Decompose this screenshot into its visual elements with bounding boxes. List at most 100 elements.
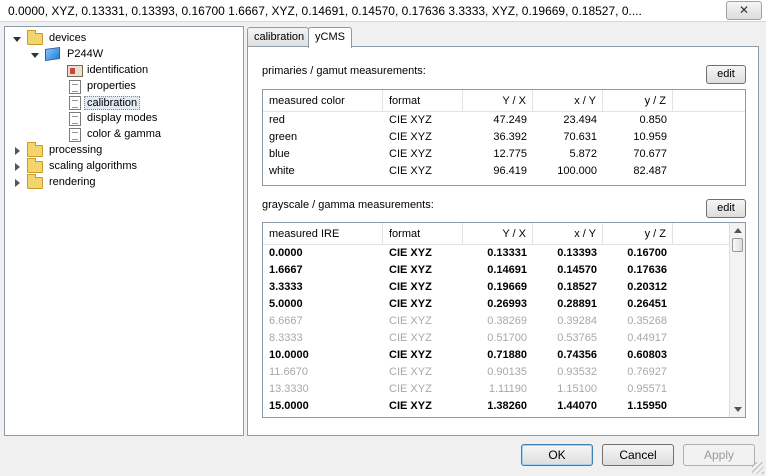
close-button[interactable]: ✕ — [726, 1, 762, 20]
table-cell: 1.6667 — [269, 264, 303, 276]
table-cell: 70.677 — [633, 148, 667, 160]
table-row[interactable]: blue CIE XYZ 12.775 5.872 70.677 — [263, 146, 745, 163]
primaries-table[interactable]: measured color format Y / X x / Y y / Z … — [262, 89, 746, 186]
table-cell: 1.15100 — [557, 383, 597, 395]
resize-grip-icon[interactable] — [752, 462, 764, 474]
table-cell: 5.872 — [569, 148, 597, 160]
table-cell: 0.26451 — [627, 298, 667, 310]
table-row[interactable]: 5.0000 CIE XYZ 0.26993 0.28891 0.26451 — [263, 296, 745, 313]
table-cell: 0.0000 — [269, 247, 303, 259]
table-cell: 0.17636 — [627, 264, 667, 276]
table-row[interactable]: 0.0000 CIE XYZ 0.13331 0.13393 0.16700 — [263, 245, 745, 262]
table-cell: 0.76927 — [627, 366, 667, 378]
table-cell: 0.39284 — [557, 315, 597, 327]
table-row[interactable]: 11.6670 CIE XYZ 0.90135 0.93532 0.76927 — [263, 364, 745, 381]
folder-icon — [27, 142, 43, 157]
expand-arrow-icon[interactable] — [15, 163, 20, 171]
cancel-button[interactable]: Cancel — [602, 444, 674, 466]
grayscale-edit-button[interactable]: edit — [706, 199, 746, 218]
table-cell: 0.850 — [639, 114, 667, 126]
table-cell: 1.11190 — [488, 383, 527, 395]
table-cell: CIE XYZ — [389, 281, 432, 293]
monitor-icon — [45, 46, 60, 62]
table-cell: 0.28891 — [557, 298, 597, 310]
table-cell: 0.14691 — [487, 264, 527, 276]
table-cell: 47.249 — [493, 114, 527, 126]
table-row[interactable]: white CIE XYZ 96.419 100.000 82.487 — [263, 163, 745, 180]
apply-button[interactable]: Apply — [683, 444, 755, 466]
table-cell: 0.90135 — [487, 366, 527, 378]
table-row[interactable]: red CIE XYZ 47.249 23.494 0.850 — [263, 112, 745, 129]
table-row[interactable]: 15.0000 CIE XYZ 1.38260 1.44070 1.15950 — [263, 398, 745, 415]
table-cell: 0.60803 — [627, 349, 667, 361]
table-cell: CIE XYZ — [389, 247, 432, 259]
expand-arrow-icon[interactable] — [15, 147, 20, 155]
table-row[interactable]: 1.6667 CIE XYZ 0.14691 0.14570 0.17636 — [263, 262, 745, 279]
folder-icon — [27, 174, 43, 189]
tab-ycms[interactable]: yCMS — [308, 27, 352, 48]
table-cell: 1.44070 — [557, 400, 597, 412]
table-cell: 13.3330 — [269, 383, 309, 395]
table-cell: green — [269, 131, 298, 143]
close-icon: ✕ — [738, 3, 750, 17]
grayscale-table[interactable]: measured IRE format Y / X x / Y y / Z 0.… — [262, 222, 746, 418]
table-cell: CIE XYZ — [389, 148, 432, 160]
table-cell: 0.20312 — [627, 281, 667, 293]
primaries-rows: red CIE XYZ 47.249 23.494 0.850 green CIE XYZ 3… — [263, 112, 745, 180]
expand-arrow-icon[interactable] — [15, 179, 20, 187]
table-cell: 0.93532 — [557, 366, 597, 378]
ok-button[interactable]: OK — [521, 444, 593, 466]
table-cell: 0.16700 — [627, 247, 667, 259]
scroll-up-arrow-icon[interactable] — [734, 228, 742, 233]
table-cell: white — [269, 165, 295, 177]
table-row[interactable]: 3.3333 CIE XYZ 0.19669 0.18527 0.20312 — [263, 279, 745, 296]
grayscale-title: grayscale / gamma measurements: — [262, 199, 434, 211]
table-cell: CIE XYZ — [389, 349, 432, 361]
table-cell: 1.38260 — [487, 400, 527, 412]
table-cell: 6.6667 — [269, 315, 303, 327]
table-row[interactable]: green CIE XYZ 36.392 70.631 10.959 — [263, 129, 745, 146]
table-cell: 0.44917 — [627, 332, 667, 344]
table-row[interactable]: 6.6667 CIE XYZ 0.38269 0.39284 0.35268 — [263, 313, 745, 330]
table-cell: 0.74356 — [557, 349, 597, 361]
table-cell: 11.6670 — [269, 366, 308, 378]
table-cell: 5.0000 — [269, 298, 303, 310]
table-cell: 3.3333 — [269, 281, 303, 293]
table-cell: 0.14570 — [557, 264, 597, 276]
tab-calibration[interactable]: calibration — [247, 27, 309, 47]
window-title: 0.0000, XYZ, 0.13331, 0.13393, 0.16700 1… — [8, 4, 642, 18]
table-cell: CIE XYZ — [389, 315, 432, 327]
settings-tree[interactable]: devices P244W identification properties … — [4, 26, 244, 436]
table-cell: CIE XYZ — [389, 366, 432, 378]
primaries-edit-button[interactable]: edit — [706, 65, 746, 84]
id-card-icon — [67, 65, 83, 77]
table-cell: CIE XYZ — [389, 332, 432, 344]
table-row[interactable]: 13.3330 CIE XYZ 1.11190 1.15100 0.95571 — [263, 381, 745, 398]
document-icon — [69, 128, 81, 142]
document-icon — [69, 96, 81, 110]
table-cell: 0.26993 — [487, 298, 527, 310]
table-cell: 10.0000 — [269, 349, 309, 361]
table-cell: 0.13331 — [487, 247, 527, 259]
scroll-down-arrow-icon[interactable] — [734, 407, 742, 412]
collapse-arrow-icon[interactable] — [13, 37, 21, 42]
table-cell: CIE XYZ — [389, 114, 432, 126]
table-cell: 0.51700 — [487, 332, 527, 344]
grayscale-rows: 0.0000 CIE XYZ 0.13331 0.13393 0.16700 1.6667… — [263, 245, 745, 415]
table-cell: 0.13393 — [557, 247, 597, 259]
table-header: measured IRE format Y / X x / Y y / Z — [263, 223, 745, 245]
table-cell: 0.18527 — [557, 281, 597, 293]
table-cell: CIE XYZ — [389, 400, 432, 412]
document-icon — [69, 80, 81, 94]
table-cell: blue — [269, 148, 290, 160]
table-cell: 0.19669 — [487, 281, 527, 293]
collapse-arrow-icon[interactable] — [31, 53, 39, 58]
table-cell: 10.959 — [633, 131, 667, 143]
scroll-thumb[interactable] — [732, 238, 743, 252]
table-cell: 0.71880 — [487, 349, 527, 361]
vertical-scrollbar[interactable] — [729, 223, 745, 417]
table-cell: 70.631 — [563, 131, 597, 143]
table-row[interactable]: 10.0000 CIE XYZ 0.71880 0.74356 0.60803 — [263, 347, 745, 364]
table-row[interactable]: 8.3333 CIE XYZ 0.51700 0.53765 0.44917 — [263, 330, 745, 347]
table-cell: 0.35268 — [627, 315, 667, 327]
